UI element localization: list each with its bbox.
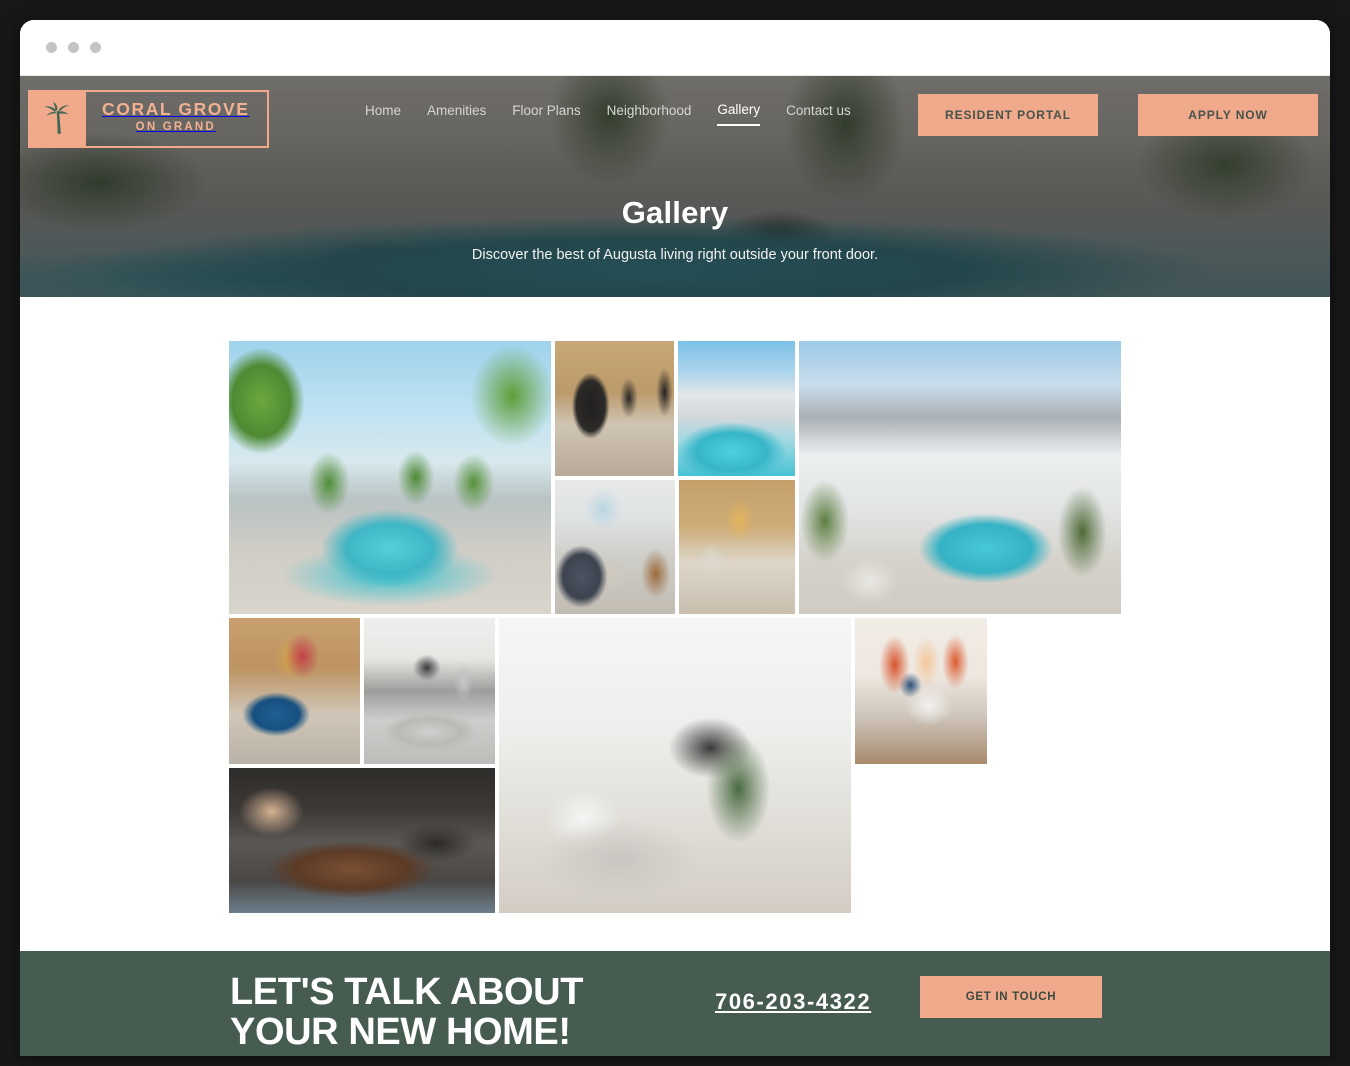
nav-item-floor-plans[interactable]: Floor Plans bbox=[512, 103, 580, 125]
get-in-touch-button[interactable]: GET IN TOUCH bbox=[920, 976, 1102, 1018]
hero-copy: Gallery Discover the best of Augusta liv… bbox=[20, 194, 1330, 263]
phone-number-link[interactable]: 706-203-4322 bbox=[715, 989, 871, 1015]
nav-item-neighborhood[interactable]: Neighborhood bbox=[607, 103, 692, 125]
gallery-section bbox=[20, 297, 1330, 951]
logo-line-1: CORAL GROVE bbox=[102, 98, 250, 119]
close-dot[interactable] bbox=[46, 42, 57, 53]
grill-station-barbecue-image bbox=[229, 768, 495, 913]
lounge-hanging-chairs-image bbox=[555, 341, 674, 476]
cta-heading: LET'S TALK ABOUT YOUR NEW HOME! bbox=[230, 971, 584, 1053]
nav-item-amenities[interactable]: Amenities bbox=[427, 103, 486, 125]
gallery-item-grill-station-barbecue[interactable] bbox=[229, 768, 495, 913]
gallery-grid bbox=[229, 341, 1121, 913]
nav-item-contact-us[interactable]: Contact us bbox=[786, 103, 851, 125]
apply-now-button[interactable]: APPLY NOW bbox=[1138, 94, 1318, 136]
living-room-blue-sofa-image bbox=[229, 618, 360, 764]
gallery-item-kitchen-granite-counters[interactable] bbox=[364, 618, 495, 764]
site-logo[interactable]: CORAL GROVE ON GRAND bbox=[28, 90, 269, 148]
living-room-grey-sofa-image bbox=[555, 480, 675, 614]
logo-line-2: ON GRAND bbox=[135, 121, 216, 133]
rooftop-pool-with-palms-image bbox=[229, 341, 551, 614]
apartment-building-pool-image bbox=[678, 341, 795, 476]
hero-section: CORAL GROVE ON GRAND Home Amenities Floo… bbox=[20, 76, 1330, 297]
palm-tree-icon bbox=[28, 90, 86, 148]
gallery-item-aerial-community-pool[interactable] bbox=[799, 341, 1121, 614]
gallery-item-white-living-room-tv[interactable] bbox=[499, 618, 851, 913]
aerial-community-pool-image bbox=[799, 341, 1121, 614]
gallery-item-apartment-building-pool[interactable] bbox=[678, 341, 795, 476]
resident-portal-button[interactable]: RESIDENT PORTAL bbox=[918, 94, 1098, 136]
desktop-background: CORAL GROVE ON GRAND Home Amenities Floo… bbox=[0, 0, 1350, 1066]
minimize-dot[interactable] bbox=[68, 42, 79, 53]
page-title: Gallery bbox=[621, 195, 729, 230]
page-viewport: CORAL GROVE ON GRAND Home Amenities Floo… bbox=[20, 76, 1330, 1056]
gallery-item-bedroom-orange-arches[interactable] bbox=[855, 618, 987, 764]
white-living-room-tv-image bbox=[499, 618, 851, 913]
nav-item-home[interactable]: Home bbox=[365, 103, 401, 125]
gallery-item-living-room-grey-sofa[interactable] bbox=[555, 480, 675, 614]
nav-item-gallery[interactable]: Gallery bbox=[717, 102, 761, 126]
primary-navigation: Home Amenities Floor Plans Neighborhood … bbox=[365, 102, 851, 126]
cta-section: LET'S TALK ABOUT YOUR NEW HOME! 706-203-… bbox=[20, 951, 1330, 1056]
hero-subtitle: Discover the best of Augusta living righ… bbox=[471, 247, 879, 264]
maximize-dot[interactable] bbox=[90, 42, 101, 53]
gallery-item-rooftop-pool-with-palms[interactable] bbox=[229, 341, 551, 614]
header-actions: RESIDENT PORTAL APPLY NOW bbox=[918, 94, 1318, 136]
kitchen-granite-counters-image bbox=[364, 618, 495, 764]
logo-wordmark: CORAL GROVE ON GRAND bbox=[85, 90, 269, 148]
browser-window: CORAL GROVE ON GRAND Home Amenities Floo… bbox=[20, 20, 1330, 1056]
browser-titlebar bbox=[20, 20, 1330, 76]
gallery-item-living-room-blue-sofa[interactable] bbox=[229, 618, 360, 764]
bedroom-orange-arches-image bbox=[855, 618, 987, 764]
lobby-console-artwork-image bbox=[679, 480, 795, 614]
site-header: CORAL GROVE ON GRAND Home Amenities Floo… bbox=[20, 76, 1330, 154]
gallery-item-lounge-hanging-chairs[interactable] bbox=[555, 341, 674, 476]
gallery-item-lobby-console-artwork[interactable] bbox=[679, 480, 795, 614]
